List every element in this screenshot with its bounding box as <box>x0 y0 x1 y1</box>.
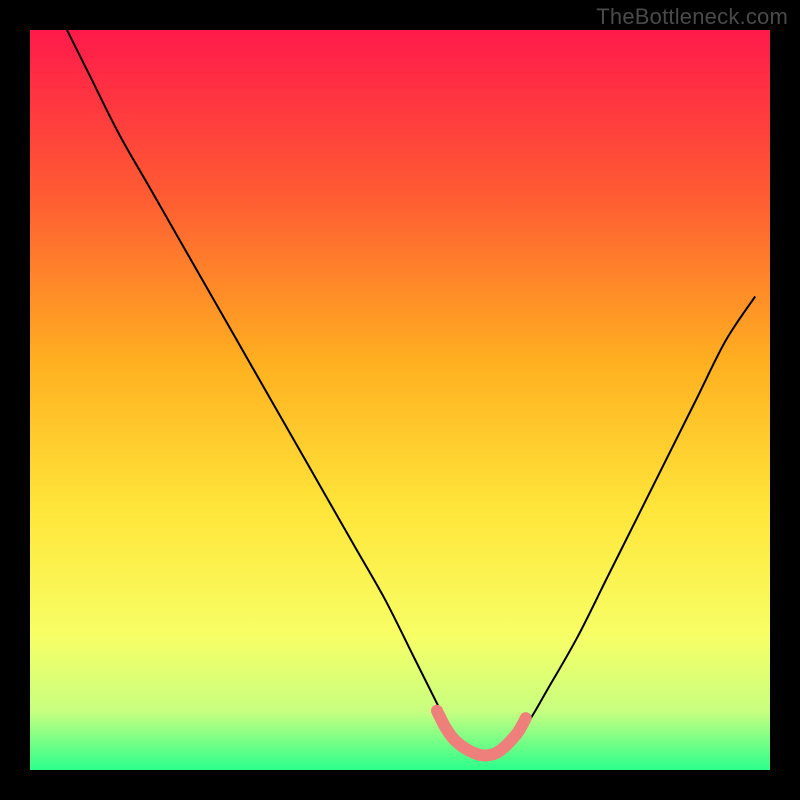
watermark-text: TheBottleneck.com <box>596 4 788 30</box>
plot-svg <box>30 30 770 770</box>
gradient-background <box>30 30 770 770</box>
plot-area <box>30 30 770 770</box>
chart-frame: TheBottleneck.com <box>0 0 800 800</box>
